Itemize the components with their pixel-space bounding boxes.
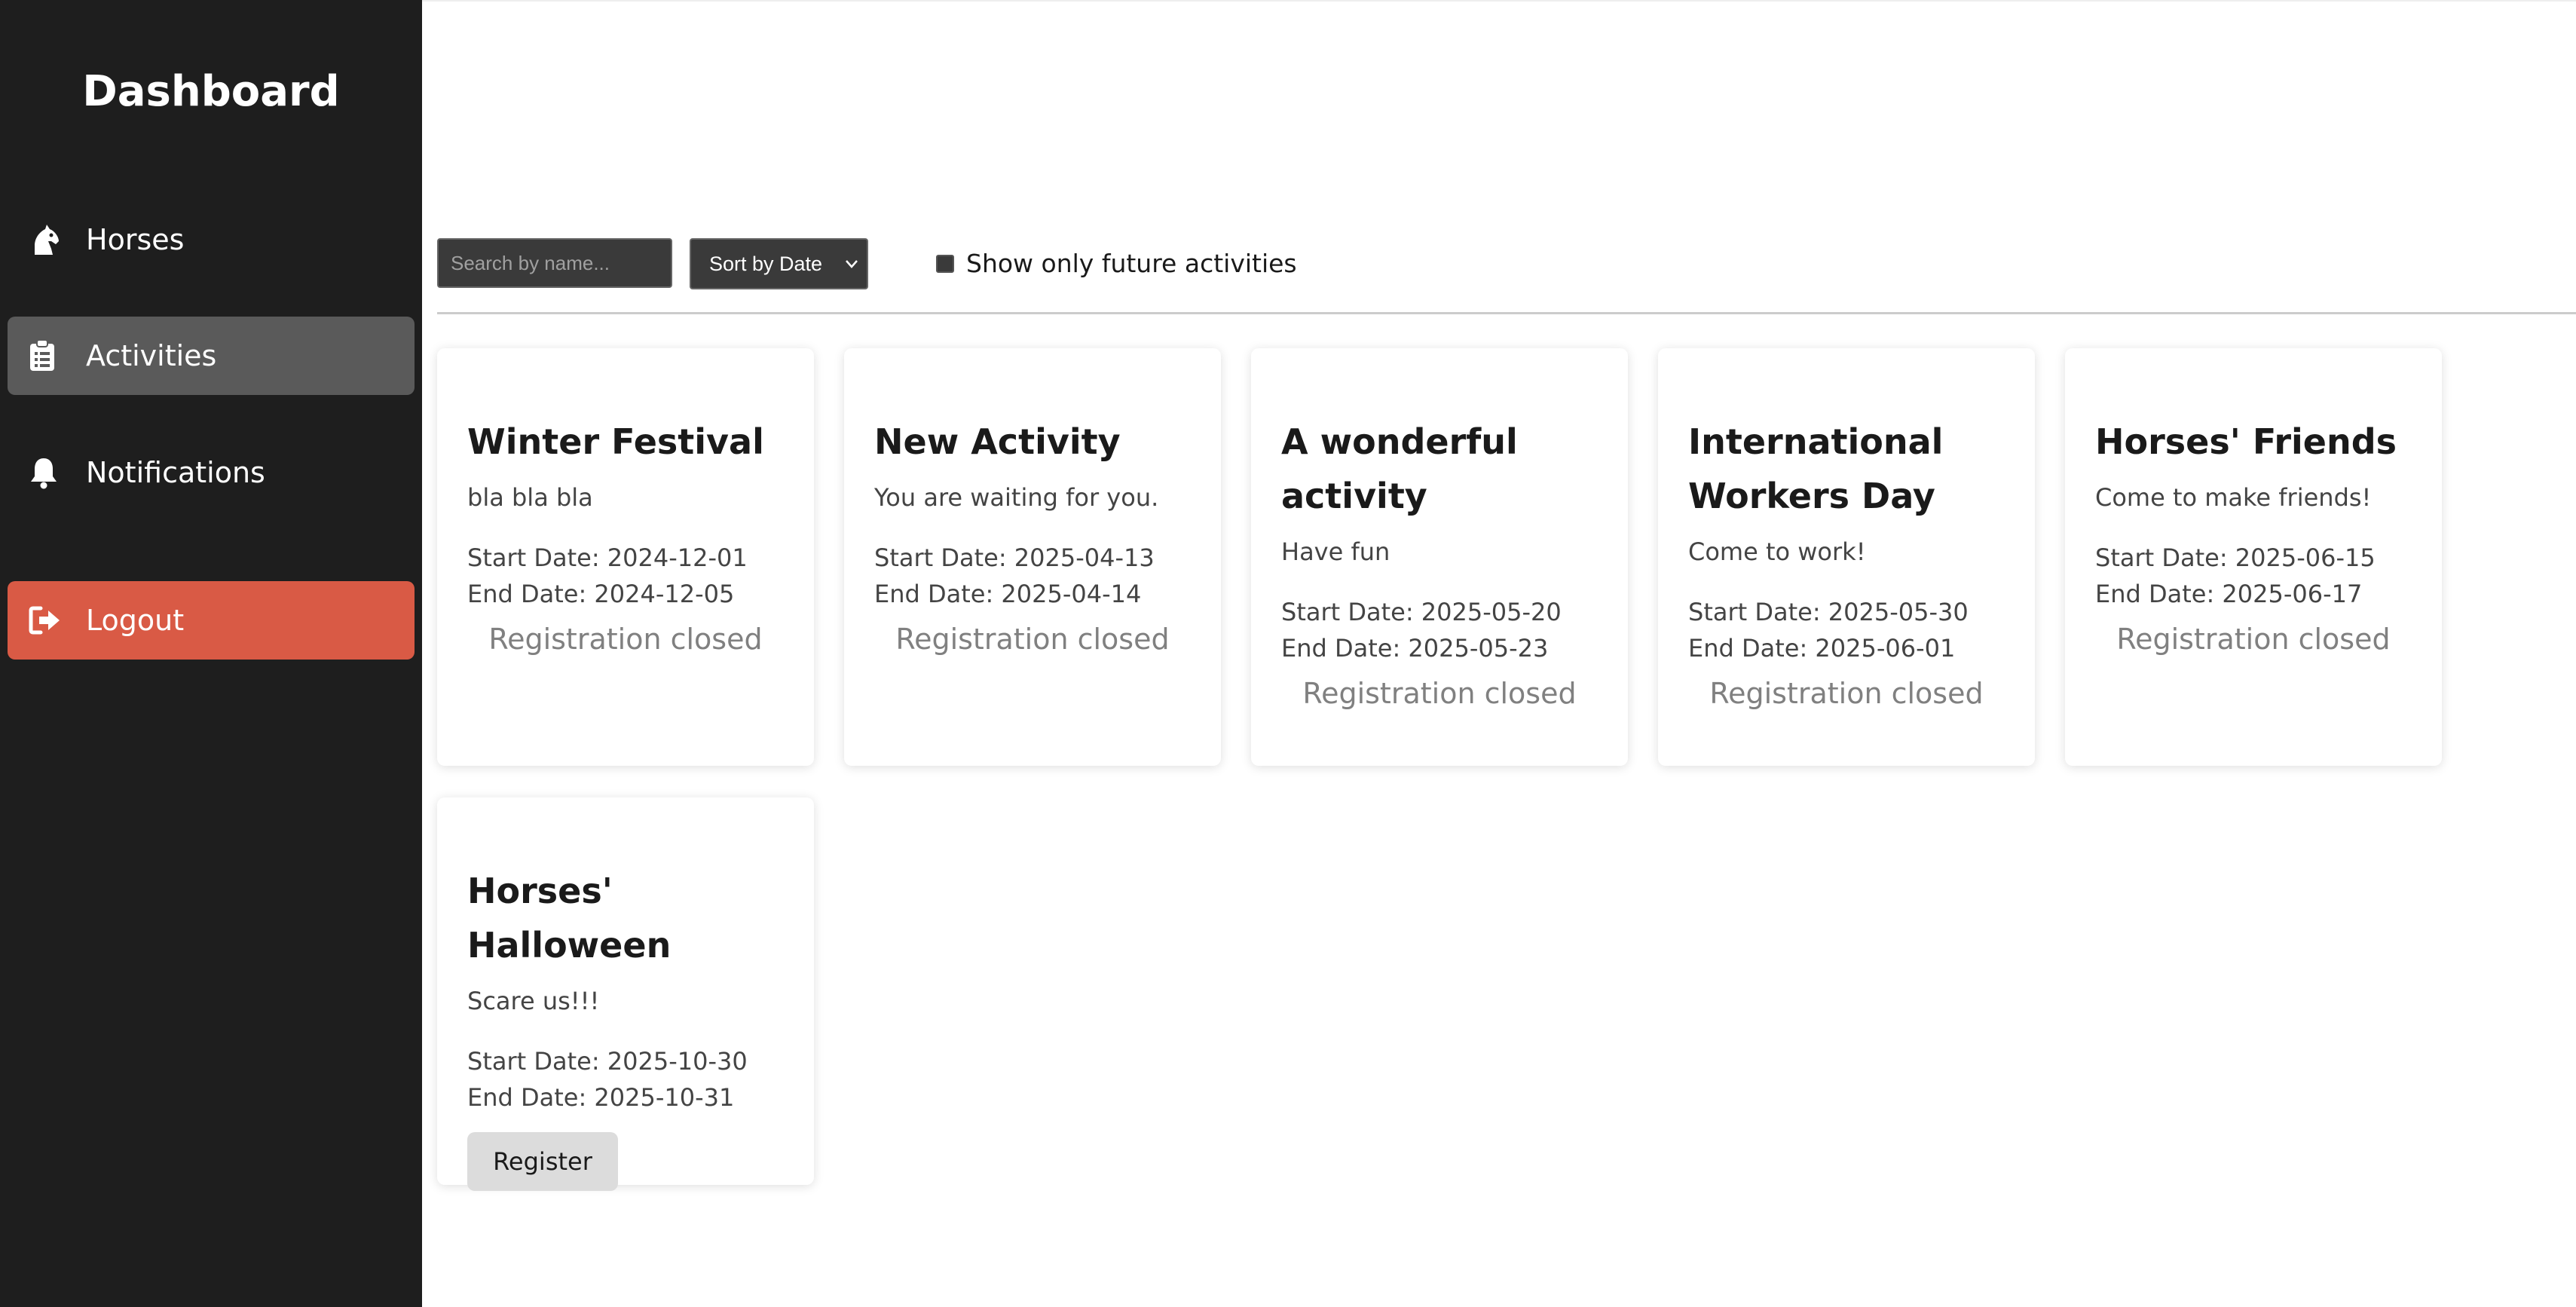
sidebar-item-label: Notifications bbox=[86, 456, 265, 489]
activity-start-date: Start Date: 2024-12-01 bbox=[467, 543, 748, 572]
clipboard-icon bbox=[29, 337, 74, 375]
activity-card: International Workers Day Come to work! … bbox=[1658, 348, 2035, 766]
activity-card: Winter Festival bla bla bla Start Date: … bbox=[437, 348, 814, 766]
activity-description: Have fun bbox=[1281, 537, 1390, 566]
logout-label: Logout bbox=[86, 604, 185, 637]
activity-end-date: End Date: 2025-05-23 bbox=[1281, 634, 1549, 663]
sidebar-item-label: Activities bbox=[86, 339, 217, 372]
activity-title: Horses' Halloween bbox=[467, 871, 672, 966]
filter-bar: Sort by Date Show only future activities bbox=[437, 238, 2576, 291]
registration-status: Registration closed bbox=[895, 623, 1170, 656]
activity-description: bla bla bla bbox=[467, 483, 593, 512]
bell-icon bbox=[29, 454, 74, 491]
search-input[interactable] bbox=[437, 238, 672, 288]
activity-end-date: End Date: 2025-06-01 bbox=[1688, 634, 1956, 663]
sidebar: Dashboard Horses Activities Notification… bbox=[0, 0, 422, 1307]
future-only-checkbox[interactable] bbox=[936, 255, 954, 273]
activity-dates: Start Date: 2024-12-01 End Date: 2024-12… bbox=[467, 540, 799, 612]
sidebar-item-activities[interactable]: Activities bbox=[8, 317, 415, 395]
sidebar-title: Dashboard bbox=[82, 67, 340, 116]
sign-out-icon bbox=[29, 601, 74, 639]
registration-status: Registration closed bbox=[1709, 677, 1984, 710]
logout-button[interactable]: Logout bbox=[8, 581, 415, 660]
activity-start-date: Start Date: 2025-04-13 bbox=[874, 543, 1155, 572]
activity-start-date: Start Date: 2025-05-20 bbox=[1281, 598, 1562, 626]
sidebar-item-notifications[interactable]: Notifications bbox=[8, 433, 415, 512]
sort-select[interactable]: Sort by Date bbox=[690, 238, 868, 289]
activity-title: International Workers Day bbox=[1688, 421, 1944, 516]
activity-dates: Start Date: 2025-10-30 End Date: 2025-10… bbox=[467, 1043, 799, 1116]
activity-title: Winter Festival bbox=[467, 421, 764, 462]
activity-start-date: Start Date: 2025-06-15 bbox=[2095, 543, 2376, 572]
activity-card: Horses' Halloween Scare us!!! Start Date… bbox=[437, 797, 814, 1191]
activity-end-date: End Date: 2025-06-17 bbox=[2095, 580, 2363, 608]
activity-end-date: End Date: 2024-12-05 bbox=[467, 580, 735, 608]
registration-status: Registration closed bbox=[488, 623, 763, 656]
activity-end-date: End Date: 2025-04-14 bbox=[874, 580, 1142, 608]
activity-title: New Activity bbox=[874, 421, 1121, 462]
future-only-label: Show only future activities bbox=[966, 249, 1297, 278]
activity-card: New Activity You are waiting for you. St… bbox=[844, 348, 1221, 766]
app-root: Dashboard Horses Activities Notification… bbox=[0, 0, 2576, 1307]
activity-dates: Start Date: 2025-04-13 End Date: 2025-04… bbox=[874, 540, 1206, 612]
activity-description: Come to make friends! bbox=[2095, 483, 2372, 512]
activity-dates: Start Date: 2025-06-15 End Date: 2025-06… bbox=[2095, 540, 2427, 612]
chevron-down-icon bbox=[843, 255, 861, 273]
activity-description: Come to work! bbox=[1688, 537, 1866, 566]
activity-card: Horses' Friends Come to make friends! St… bbox=[2065, 348, 2442, 766]
activity-end-date: End Date: 2025-10-31 bbox=[467, 1083, 735, 1112]
activity-start-date: Start Date: 2025-05-30 bbox=[1688, 598, 1969, 626]
activity-description: You are waiting for you. bbox=[874, 483, 1159, 512]
filter-divider bbox=[437, 312, 2576, 314]
activity-description: Scare us!!! bbox=[467, 987, 600, 1015]
sidebar-item-horses[interactable]: Horses bbox=[8, 200, 415, 279]
top-divider bbox=[422, 0, 2576, 2]
horse-head-icon bbox=[29, 221, 74, 259]
register-button[interactable]: Register bbox=[467, 1132, 618, 1191]
activity-dates: Start Date: 2025-05-20 End Date: 2025-05… bbox=[1281, 594, 1613, 666]
activity-card: A wonderful activity Have fun Start Date… bbox=[1251, 348, 1628, 766]
main-content: Sort by Date Show only future activities… bbox=[422, 0, 2576, 1307]
activity-title: A wonderful activity bbox=[1281, 421, 1518, 516]
activity-dates: Start Date: 2025-05-30 End Date: 2025-06… bbox=[1688, 594, 2020, 666]
activity-start-date: Start Date: 2025-10-30 bbox=[467, 1047, 748, 1076]
activity-title: Horses' Friends bbox=[2095, 421, 2397, 462]
sort-select-value: Sort by Date bbox=[709, 252, 823, 275]
registration-status: Registration closed bbox=[1302, 677, 1577, 710]
registration-status: Registration closed bbox=[2116, 623, 2391, 656]
sidebar-item-label: Horses bbox=[86, 223, 185, 256]
